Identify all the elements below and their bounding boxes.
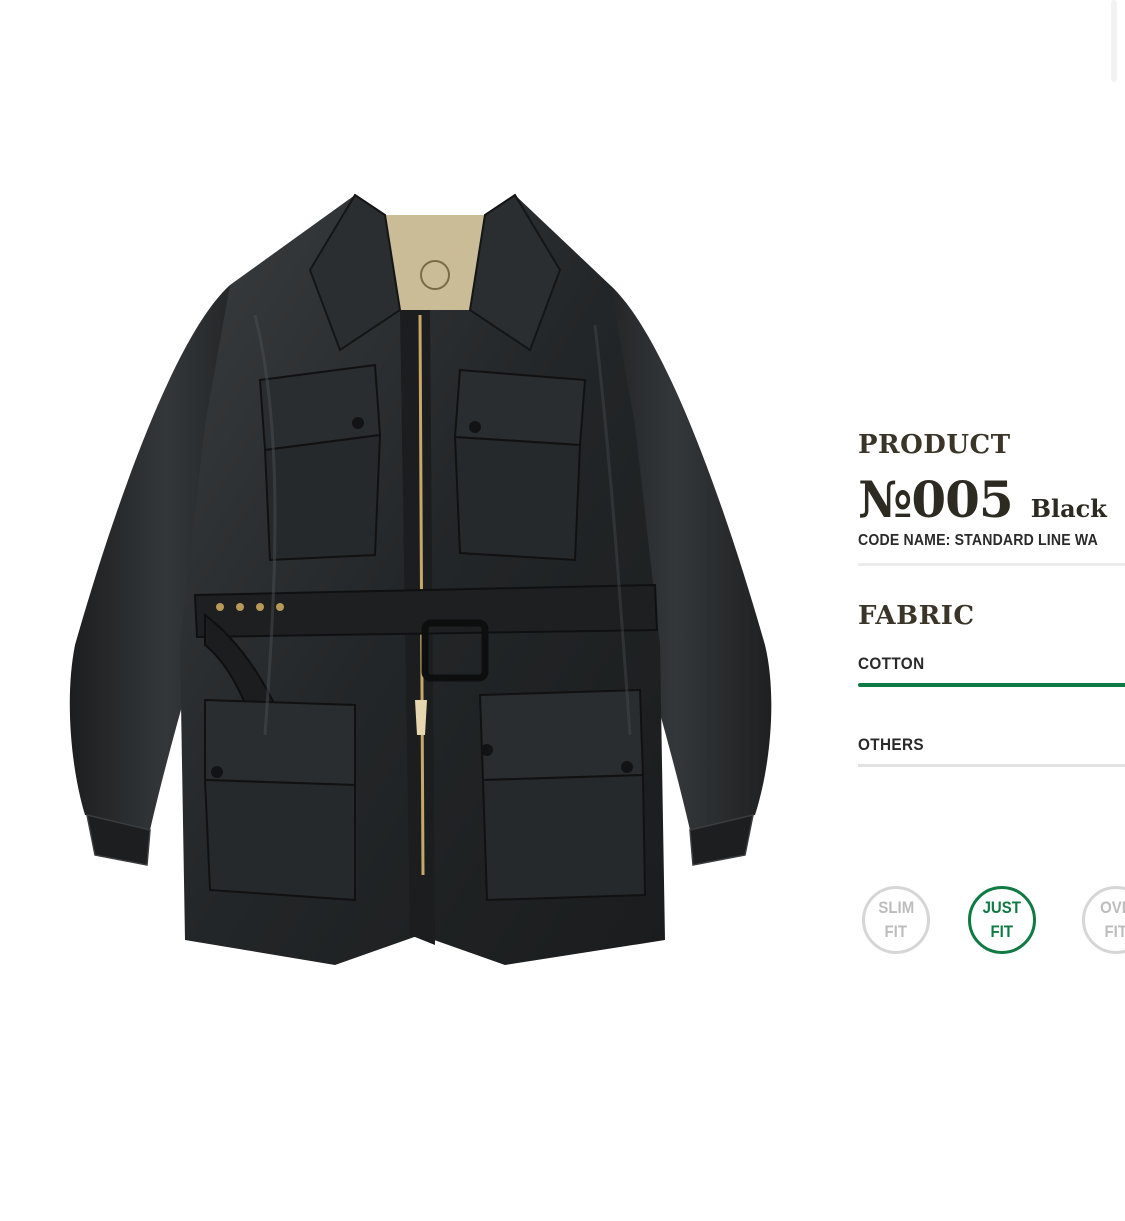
- fit-options: SLIM FIT JUST FIT OVE FIT: [860, 886, 1125, 960]
- scrollbar[interactable]: [1111, 0, 1117, 82]
- just-fit-button[interactable]: JUST FIT: [968, 886, 1036, 954]
- slim-fit-label-line1: SLIM: [878, 898, 914, 917]
- product-heading: PRODUCT: [858, 430, 1011, 460]
- product-page: PRODUCT №005 Black CODE NAME: STANDARD L…: [0, 0, 1125, 1221]
- product-color: Black: [1030, 494, 1107, 523]
- tab-cotton-active-indicator: [858, 683, 1125, 687]
- product-code-name: CODE NAME: STANDARD LINE WA: [858, 532, 1098, 549]
- fabric-heading: FABRIC: [858, 601, 975, 631]
- just-fit-label-line2: FIT: [990, 922, 1014, 941]
- slim-fit-label-line2: FIT: [884, 922, 908, 941]
- product-number: №005: [858, 470, 1014, 529]
- over-fit-label-line1: OVE: [1100, 898, 1125, 917]
- just-fit-label-line1: JUST: [982, 898, 1022, 917]
- over-fit-button[interactable]: OVE FIT: [1082, 886, 1125, 954]
- slim-fit-button[interactable]: SLIM FIT: [862, 886, 930, 954]
- product-title-row: №005 Black: [858, 472, 1125, 528]
- over-fit-label-line2: FIT: [1104, 922, 1125, 941]
- product-info-panel: PRODUCT №005 Black CODE NAME: STANDARD L…: [858, 428, 1125, 767]
- tab-cotton[interactable]: COTTON: [858, 654, 1125, 674]
- divider: [858, 563, 1125, 566]
- product-image: [55, 175, 785, 990]
- tab-others[interactable]: OTHERS: [858, 735, 1125, 755]
- tab-others-indicator: [858, 764, 1125, 767]
